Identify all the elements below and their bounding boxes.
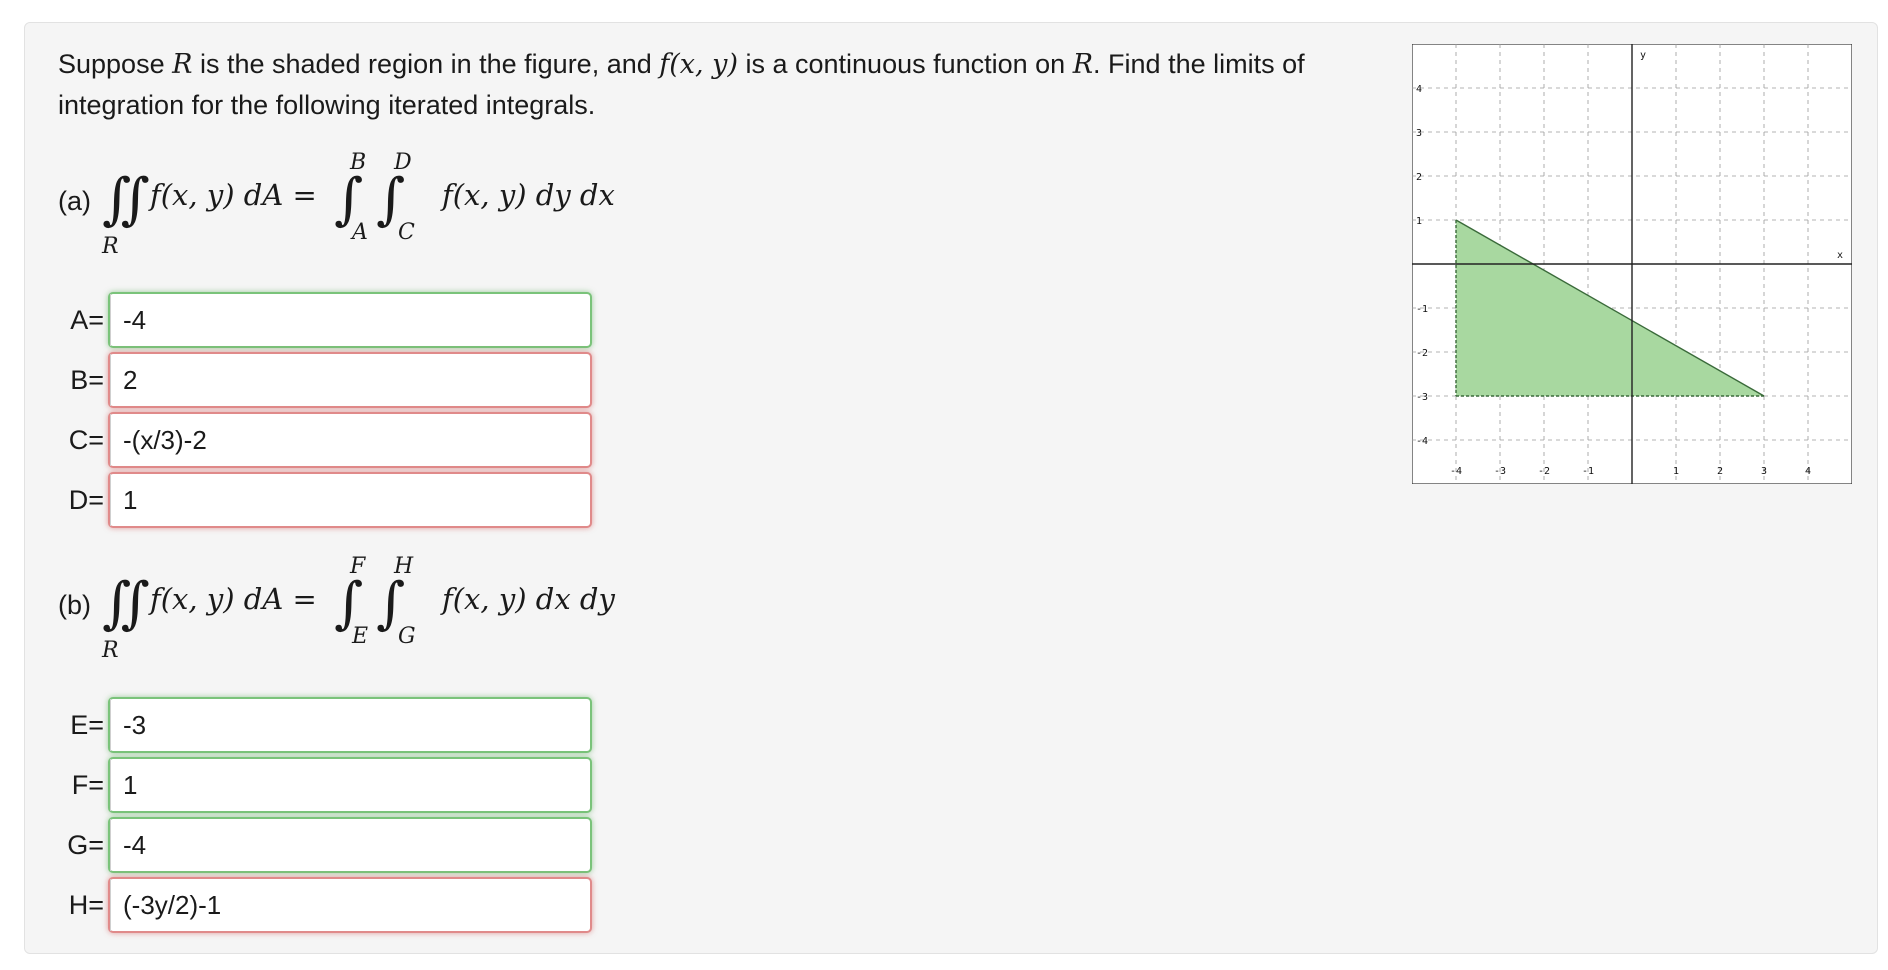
field-label: C= <box>68 424 104 455</box>
field-f: F= <box>58 756 592 814</box>
field-a: A= <box>58 291 592 349</box>
region-graph: -4 -3 -2 -1 1 2 3 4 4 3 2 1 -1 -2 -3 -4 x y <box>1412 44 1852 484</box>
lower-limit-a: A <box>352 220 368 245</box>
intro-text-3: is a continuous function on <box>737 49 1073 79</box>
x-tick-label: 4 <box>1805 466 1811 477</box>
y-tick-label: 1 <box>1416 216 1422 227</box>
y-tick-label: -1 <box>1416 304 1428 315</box>
x-tick-label: 1 <box>1673 466 1679 477</box>
intro-text-1: Suppose <box>58 49 173 79</box>
field-label: E= <box>70 709 104 740</box>
answer-box <box>108 757 592 813</box>
part-b-label: (b) <box>58 590 91 620</box>
y-axis-label: y <box>1640 50 1646 61</box>
field-label: A= <box>70 304 104 335</box>
answer-box <box>108 697 592 753</box>
upper-limit-b: B <box>350 150 367 175</box>
field-c: C= <box>58 411 592 469</box>
intro-region-symbol: R <box>172 49 193 80</box>
problem-statement: Suppose R is the shaded region in the fi… <box>58 44 1328 125</box>
x-axis-label: x <box>1837 250 1843 261</box>
answer-input-h[interactable] <box>111 879 590 931</box>
upper-limit-h: H <box>394 554 414 579</box>
x-tick-label: -3 <box>1494 466 1506 477</box>
integrand-expression: f(x, y) dy dx <box>442 178 615 212</box>
answer-box <box>108 352 592 408</box>
answer-input-f[interactable] <box>111 759 590 811</box>
field-b: B= <box>58 351 592 409</box>
field-g: G= <box>58 816 592 874</box>
answer-input-d[interactable] <box>111 474 590 526</box>
answer-box <box>108 412 592 468</box>
field-label: D= <box>68 484 104 515</box>
answer-input-a[interactable] <box>111 294 590 346</box>
part-a-equation: (a) ∬ R f(x, y) dA = ∫ B A ∫ D C f(x, y)… <box>58 150 698 270</box>
answer-box <box>108 292 592 348</box>
answer-input-g[interactable] <box>111 819 590 871</box>
answer-input-e[interactable] <box>111 699 590 751</box>
y-tick-label: 4 <box>1416 84 1422 95</box>
answer-box <box>108 472 592 528</box>
lower-limit-g: G <box>398 624 416 649</box>
integrand-expression: f(x, y) dx dy <box>442 582 615 616</box>
field-label: F= <box>71 769 104 800</box>
field-e: E= <box>58 696 592 754</box>
y-tick-label: -2 <box>1416 348 1428 359</box>
field-h: H= <box>58 876 592 934</box>
answer-box <box>108 817 592 873</box>
region-subscript: R <box>102 638 119 663</box>
field-label: B= <box>70 364 104 395</box>
double-integral-sign: ∬ <box>102 167 150 232</box>
upper-limit-d: D <box>394 150 412 175</box>
lhs-expression: f(x, y) dA = <box>150 178 317 212</box>
x-tick-label: -2 <box>1538 466 1550 477</box>
lower-limit-c: C <box>398 220 415 245</box>
part-a-label: (a) <box>58 186 91 216</box>
intro-text-2: is the shaded region in the figure, and <box>192 49 660 79</box>
lhs-expression: f(x, y) dA = <box>150 582 317 616</box>
field-label: H= <box>68 889 104 920</box>
y-tick-label: -3 <box>1416 392 1428 403</box>
y-tick-label: 3 <box>1416 128 1422 139</box>
field-label: G= <box>67 829 104 860</box>
x-tick-label: -4 <box>1450 466 1462 477</box>
upper-limit-f: F <box>350 554 366 579</box>
x-tick-label: -1 <box>1582 466 1594 477</box>
y-tick-label: -4 <box>1416 436 1428 447</box>
answer-input-b[interactable] <box>111 354 590 406</box>
field-d: D= <box>58 471 592 529</box>
x-tick-label: 2 <box>1717 466 1723 477</box>
intro-region-symbol-2: R <box>1072 49 1094 80</box>
x-tick-label: 3 <box>1761 466 1767 477</box>
lower-limit-e: E <box>352 624 369 649</box>
region-subscript: R <box>102 234 119 259</box>
answer-box <box>108 877 592 933</box>
intro-function-symbol: f(x, y) <box>659 49 738 80</box>
answer-input-c[interactable] <box>111 414 590 466</box>
y-tick-label: 2 <box>1416 172 1422 183</box>
part-b-equation: (b) ∬ R f(x, y) dA = ∫ F E ∫ H G f(x, y)… <box>58 554 698 674</box>
double-integral-sign: ∬ <box>102 571 150 636</box>
